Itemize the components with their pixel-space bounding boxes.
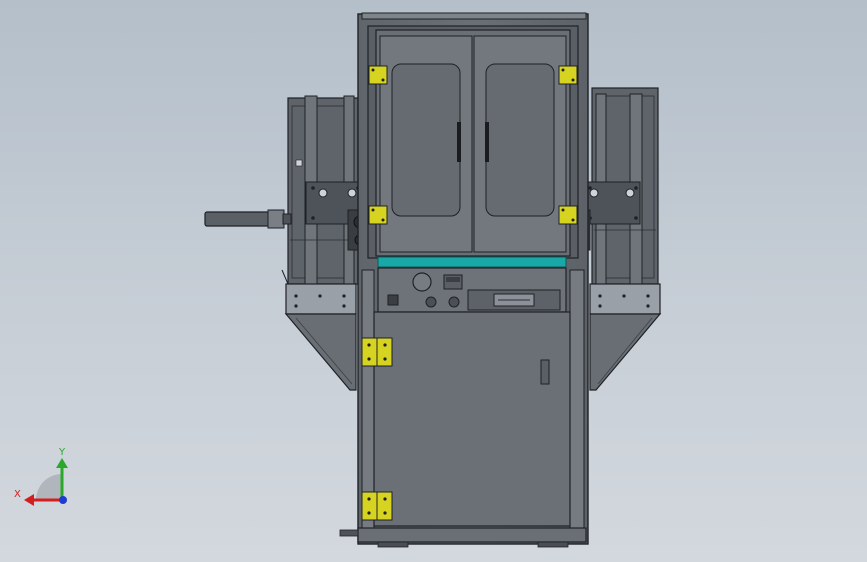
lower-cabinet-door[interactable] xyxy=(373,311,571,527)
upper-right-door[interactable] xyxy=(473,35,567,253)
z-axis-dot-icon xyxy=(59,496,67,504)
axis-triad: Y X xyxy=(14,447,68,506)
control-panel xyxy=(377,267,567,313)
handle-icon[interactable] xyxy=(204,209,292,229)
hinge-icon xyxy=(368,205,388,225)
knob-icon[interactable] xyxy=(448,296,460,308)
hinge-icon xyxy=(361,337,393,367)
x-axis-label: X xyxy=(14,489,21,500)
upper-left-door[interactable] xyxy=(379,35,473,253)
y-axis-label: Y xyxy=(58,447,66,458)
hinge-icon xyxy=(558,205,578,225)
cad-viewport[interactable]: Y X xyxy=(0,0,867,562)
machine-drawing: Y X xyxy=(14,12,662,548)
hinge-icon xyxy=(558,65,578,85)
hinge-icon xyxy=(361,491,393,521)
left-reel-assembly xyxy=(204,95,375,391)
power-switch-icon[interactable] xyxy=(387,294,399,306)
main-cabinet xyxy=(339,12,589,548)
knob-icon[interactable] xyxy=(425,296,437,308)
accent-strip xyxy=(377,256,567,268)
hinge-icon xyxy=(368,65,388,85)
